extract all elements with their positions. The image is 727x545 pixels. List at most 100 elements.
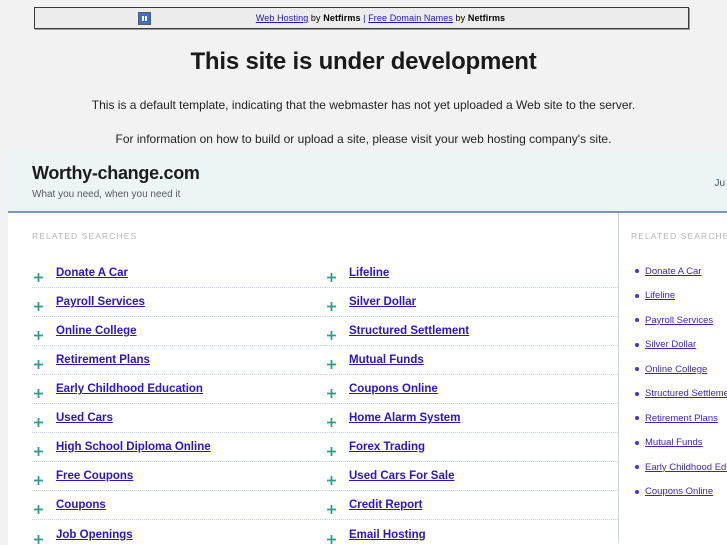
page-title: This site is under development bbox=[190, 48, 537, 75]
free-domain-names-link[interactable]: Free Domain Names bbox=[368, 13, 453, 23]
side-related-search-link[interactable]: Lifeline bbox=[645, 290, 675, 301]
related-searches-list-right: Lifeline Silver Dollar Structured Settle… bbox=[325, 259, 618, 545]
dot-bullet-icon bbox=[635, 269, 639, 274]
notice-line-1: This is a default template, indicating t… bbox=[91, 98, 636, 112]
notice-line-2: For information on how to build or uploa… bbox=[115, 132, 612, 146]
list-item[interactable]: Online College bbox=[631, 357, 727, 382]
related-search-link[interactable]: Credit Report bbox=[349, 499, 422, 511]
arrow-bullet-icon bbox=[34, 385, 43, 398]
dot-bullet-icon bbox=[635, 318, 639, 323]
related-search-link[interactable]: Mutual Funds bbox=[349, 354, 424, 366]
main-section-label: RELATED SEARCHES bbox=[32, 231, 138, 241]
list-item[interactable]: Silver Dollar bbox=[631, 333, 727, 358]
side-related-search-link[interactable]: Coupons Online bbox=[645, 486, 713, 497]
list-item[interactable]: Early Childhood Education bbox=[631, 455, 727, 480]
broken-image-icon bbox=[138, 11, 151, 25]
related-search-link[interactable]: Coupons bbox=[56, 499, 106, 511]
list-item[interactable]: Structured Settlement bbox=[325, 317, 618, 346]
list-item[interactable]: Payroll Services bbox=[32, 288, 325, 317]
list-item[interactable]: Mutual Funds bbox=[325, 346, 618, 375]
list-item[interactable]: Donate A Car bbox=[631, 259, 727, 284]
list-item[interactable]: Free Coupons bbox=[32, 462, 325, 491]
arrow-bullet-icon bbox=[327, 269, 336, 282]
arrow-bullet-icon bbox=[327, 472, 336, 485]
list-item[interactable]: Donate A Car bbox=[32, 259, 325, 288]
domain-tagline: What you need, when you need it bbox=[32, 188, 181, 200]
related-search-link[interactable]: Lifeline bbox=[349, 267, 389, 279]
main-column: RELATED SEARCHES Donate A Car Payroll Se… bbox=[8, 213, 618, 545]
list-item[interactable]: High School Diploma Online bbox=[32, 433, 325, 462]
arrow-bullet-icon bbox=[34, 414, 43, 427]
dot-bullet-icon bbox=[635, 416, 639, 421]
arrow-bullet-icon bbox=[34, 443, 43, 456]
list-item[interactable]: Silver Dollar bbox=[325, 288, 618, 317]
related-search-link[interactable]: Retirement Plans bbox=[56, 354, 150, 366]
related-search-link[interactable]: Forex Trading bbox=[349, 441, 425, 453]
banner-by-text-2: by bbox=[452, 13, 468, 23]
arrow-bullet-icon bbox=[34, 269, 43, 282]
related-search-link[interactable]: Early Childhood Education bbox=[56, 383, 203, 395]
related-search-link[interactable]: Free Coupons bbox=[56, 470, 133, 482]
related-search-link[interactable]: Structured Settlement bbox=[349, 325, 469, 337]
list-item[interactable]: Lifeline bbox=[631, 284, 727, 309]
arrow-bullet-icon bbox=[327, 414, 336, 427]
side-related-search-link[interactable]: Early Childhood Education bbox=[645, 462, 727, 473]
list-item[interactable]: Forex Trading bbox=[325, 433, 618, 462]
list-item[interactable]: Coupons Online bbox=[631, 480, 727, 505]
list-item[interactable]: Used Cars bbox=[32, 404, 325, 433]
dot-bullet-icon bbox=[635, 489, 639, 494]
list-item[interactable]: Coupons Online bbox=[325, 375, 618, 404]
arrow-bullet-icon bbox=[34, 356, 43, 369]
side-related-search-link[interactable]: Retirement Plans bbox=[645, 413, 718, 424]
list-item[interactable]: Email Hosting bbox=[325, 520, 618, 545]
related-search-link[interactable]: Email Hosting bbox=[349, 529, 426, 541]
arrow-bullet-icon bbox=[327, 501, 336, 514]
list-item[interactable]: Coupons bbox=[32, 491, 325, 520]
arrow-bullet-icon bbox=[327, 531, 336, 544]
dot-bullet-icon bbox=[635, 342, 639, 347]
list-item[interactable]: Retirement Plans bbox=[631, 406, 727, 431]
list-item[interactable]: Online College bbox=[32, 317, 325, 346]
side-related-search-link[interactable]: Payroll Services bbox=[645, 315, 713, 326]
list-item[interactable]: Mutual Funds bbox=[631, 431, 727, 456]
related-search-link[interactable]: Donate A Car bbox=[56, 267, 128, 279]
related-searches-column-right: Lifeline Silver Dollar Structured Settle… bbox=[325, 259, 618, 545]
web-hosting-link[interactable]: Web Hosting bbox=[256, 13, 308, 23]
arrow-bullet-icon bbox=[327, 385, 336, 398]
list-item[interactable]: Job Openings bbox=[32, 520, 325, 545]
related-search-link[interactable]: Job Openings bbox=[56, 529, 133, 541]
side-related-search-link[interactable]: Donate A Car bbox=[645, 266, 702, 277]
arrow-bullet-icon bbox=[34, 501, 43, 514]
related-search-link[interactable]: Online College bbox=[56, 325, 137, 337]
related-search-link[interactable]: Used Cars For Sale bbox=[349, 470, 454, 482]
list-item[interactable]: Lifeline bbox=[325, 259, 618, 288]
banner-icon-slot bbox=[35, 11, 155, 25]
list-item[interactable]: Retirement Plans bbox=[32, 346, 325, 375]
related-search-link[interactable]: High School Diploma Online bbox=[56, 441, 211, 453]
list-item[interactable]: Credit Report bbox=[325, 491, 618, 520]
side-related-search-link[interactable]: Mutual Funds bbox=[645, 437, 703, 448]
page-root: Web Hosting by Netfirms | Free Domain Na… bbox=[0, 0, 727, 545]
arrow-bullet-icon bbox=[327, 356, 336, 369]
side-related-search-link[interactable]: Structured Settlement bbox=[645, 388, 727, 399]
list-item[interactable]: Structured Settlement bbox=[631, 382, 727, 407]
list-item[interactable]: Early Childhood Education bbox=[32, 375, 325, 404]
list-item[interactable]: Home Alarm System bbox=[325, 404, 618, 433]
list-item[interactable]: Used Cars For Sale bbox=[325, 462, 618, 491]
side-column: RELATED SEARCHES Donate A Car Lifeline P… bbox=[618, 213, 727, 543]
dot-bullet-icon bbox=[635, 367, 639, 372]
side-related-search-link[interactable]: Online College bbox=[645, 364, 707, 375]
related-searches-grid: Donate A Car Payroll Services Online Col… bbox=[32, 259, 618, 545]
related-search-link[interactable]: Payroll Services bbox=[56, 296, 145, 308]
related-search-link[interactable]: Coupons Online bbox=[349, 383, 438, 395]
list-item[interactable]: Payroll Services bbox=[631, 308, 727, 333]
related-search-link[interactable]: Home Alarm System bbox=[349, 412, 460, 424]
arrow-bullet-icon bbox=[34, 472, 43, 485]
side-section-label: RELATED SEARCHES bbox=[631, 231, 727, 241]
arrow-bullet-icon bbox=[34, 531, 43, 544]
related-search-link[interactable]: Used Cars bbox=[56, 412, 113, 424]
side-related-search-link[interactable]: Silver Dollar bbox=[645, 339, 696, 350]
domain-name: Worthy-change.com bbox=[32, 163, 200, 183]
related-searches-column-left: Donate A Car Payroll Services Online Col… bbox=[32, 259, 325, 545]
related-search-link[interactable]: Silver Dollar bbox=[349, 296, 416, 308]
